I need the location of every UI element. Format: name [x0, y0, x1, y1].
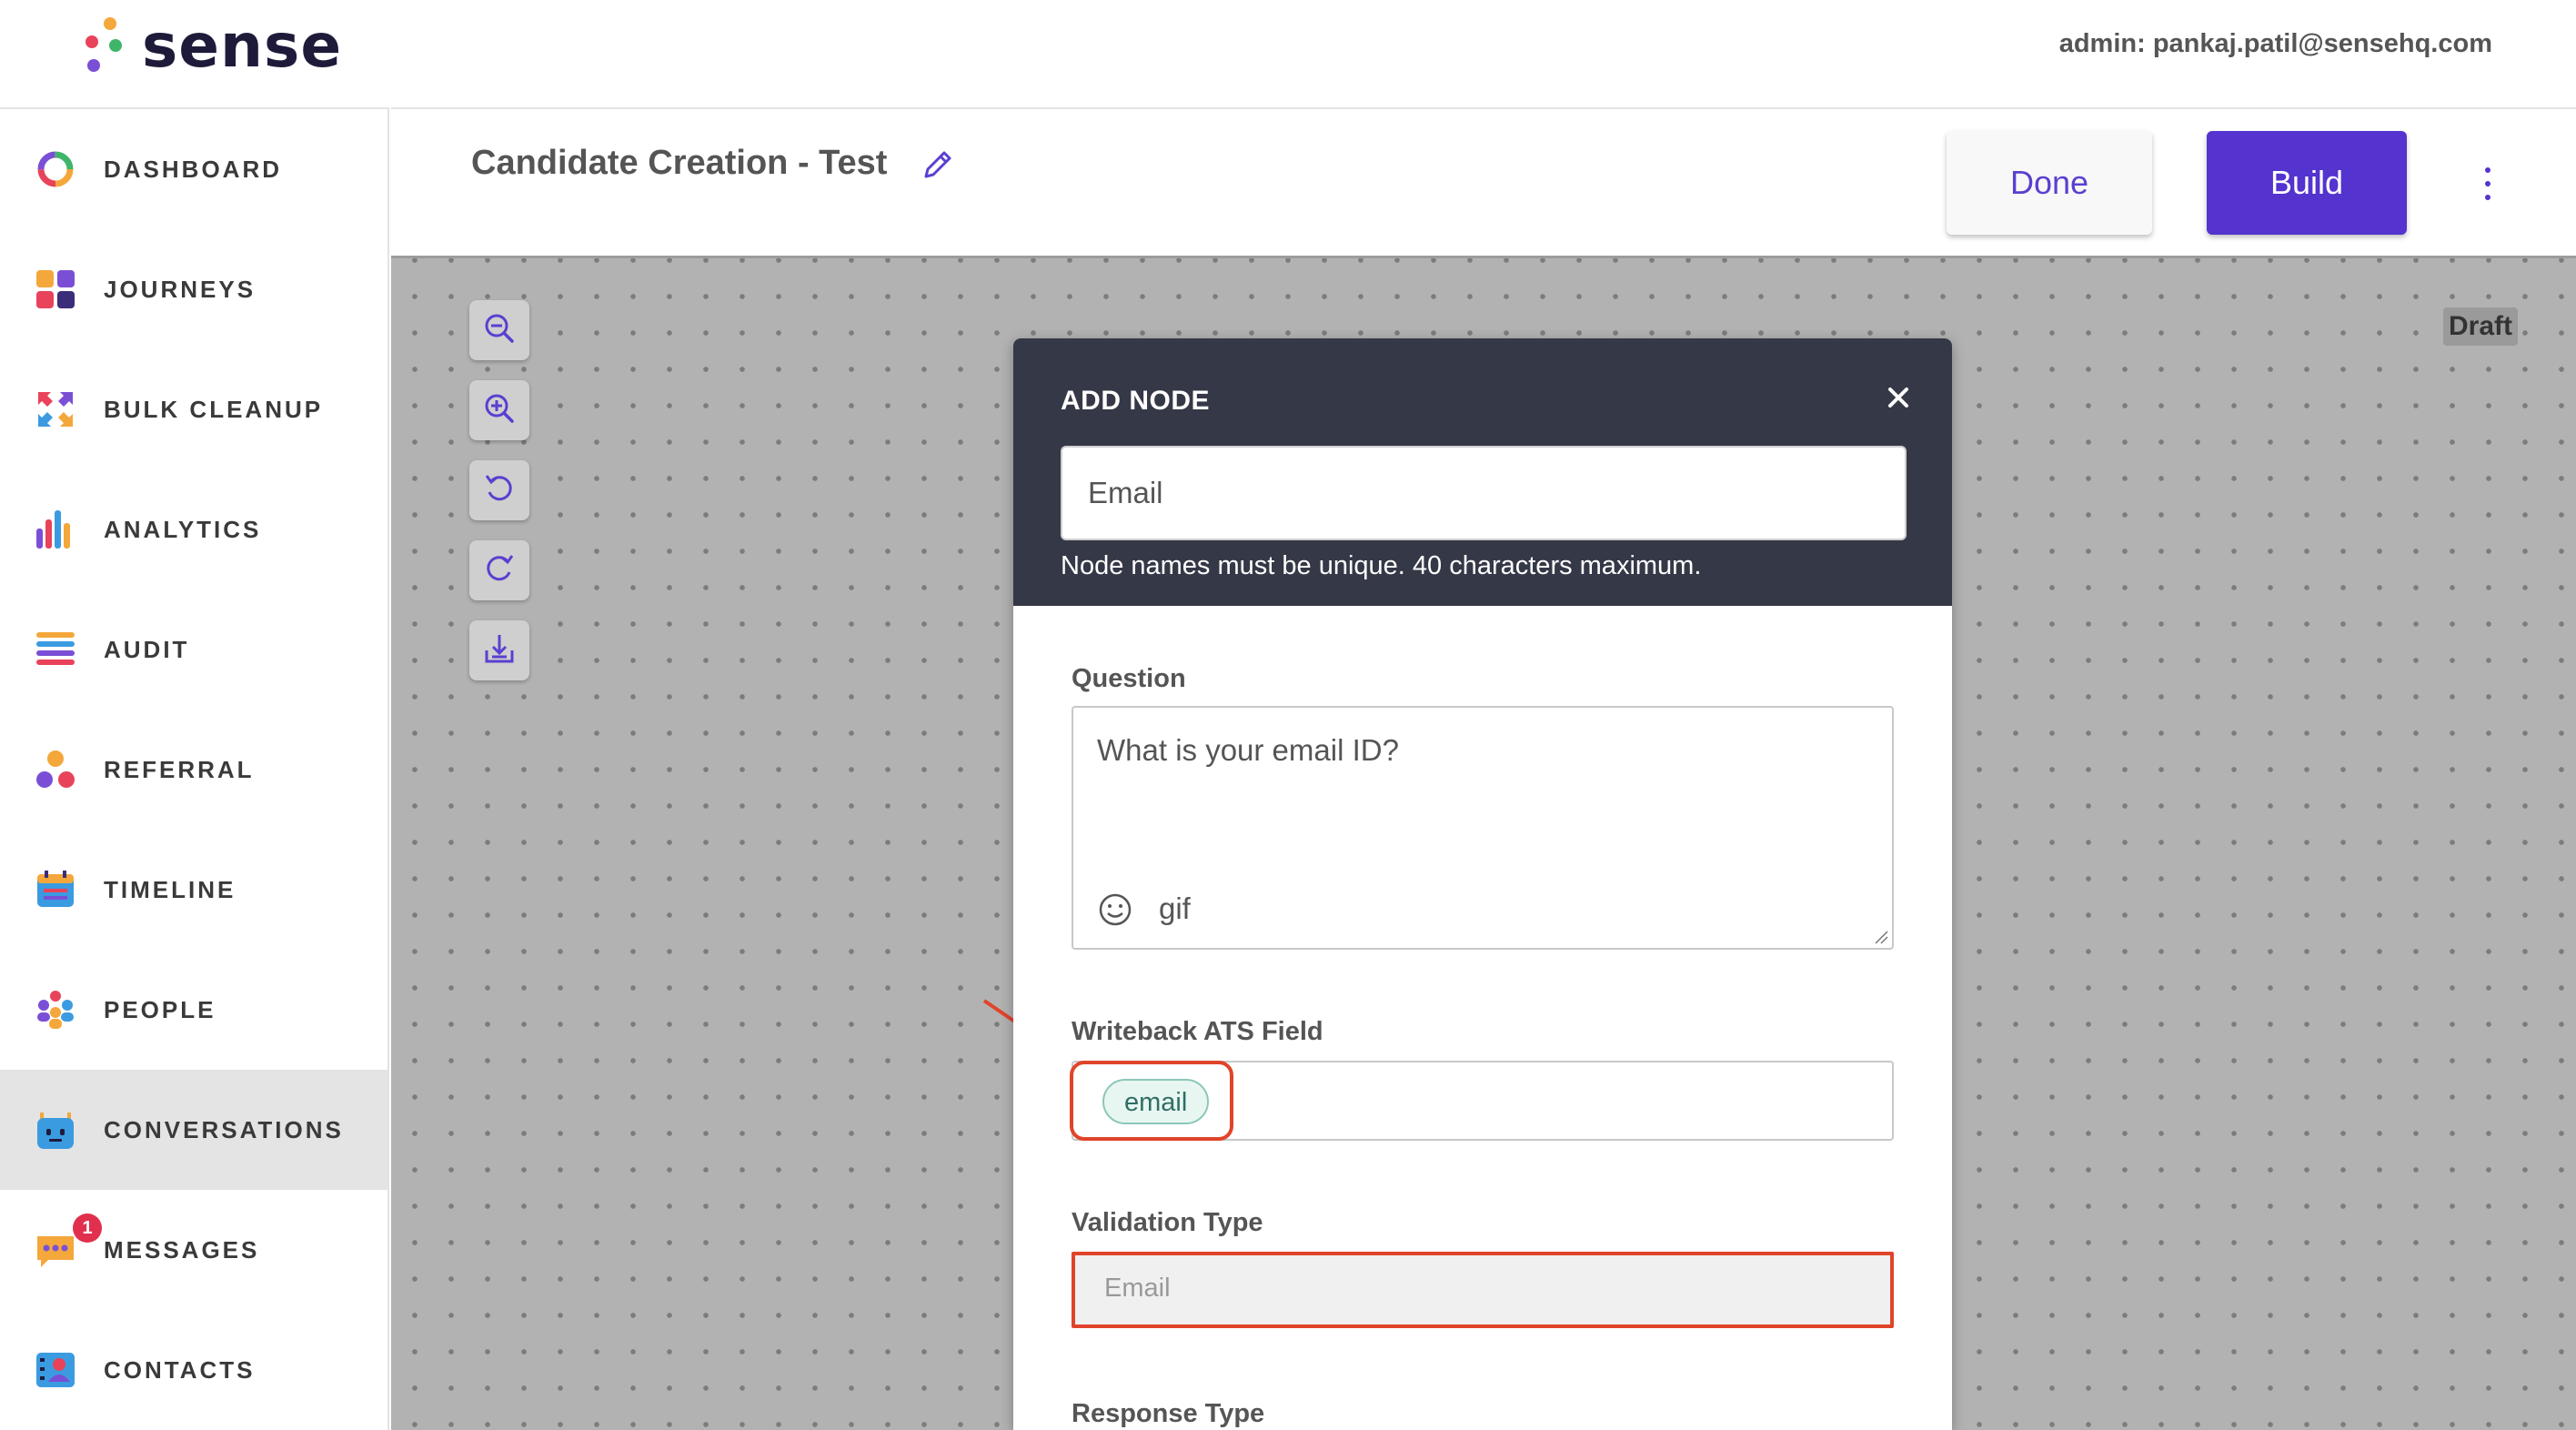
- logo-dots-icon: [82, 14, 126, 79]
- more-options-icon[interactable]: [2474, 166, 2501, 202]
- sidebar-item-label: BULK CLEANUP: [104, 395, 324, 423]
- timeline-calendar-icon: [35, 869, 76, 911]
- messages-chat-icon: [35, 1229, 76, 1271]
- resize-handle-icon[interactable]: [1872, 928, 1888, 944]
- analytics-bars-icon: [35, 509, 76, 550]
- sidebar-item-journeys[interactable]: JOURNEYS: [0, 229, 387, 349]
- ats-field-label: Writeback ATS Field: [1072, 1017, 1323, 1046]
- question-text: What is your email ID?: [1097, 733, 1399, 767]
- validation-type-select[interactable]: Email: [1072, 1252, 1894, 1328]
- close-icon[interactable]: [1883, 382, 1914, 413]
- admin-account[interactable]: admin: pankaj.patil@sensehq.com: [2059, 29, 2492, 59]
- canvas-tools: [469, 300, 529, 700]
- sidebar-item-label: PEOPLE: [104, 995, 216, 1023]
- sidebar-item-label: AUDIT: [104, 635, 190, 663]
- conversations-bot-icon: [35, 1109, 76, 1151]
- zoom-in-button[interactable]: [469, 380, 529, 440]
- annotation-highlight-box: [1070, 1061, 1233, 1141]
- sidebar: DASHBOARD JOURNEYS BULK CLEANUP ANALYTIC…: [0, 107, 389, 1430]
- sidebar-item-label: DASHBOARD: [104, 155, 282, 183]
- build-button[interactable]: Build: [2207, 131, 2407, 235]
- journey-toolbar: Candidate Creation - Test Done Build: [391, 107, 2576, 258]
- response-type-label: Response Type: [1072, 1399, 1265, 1428]
- audit-list-icon: [35, 629, 76, 670]
- pencil-edit-icon[interactable]: [919, 146, 957, 184]
- sidebar-item-bulk-cleanup[interactable]: BULK CLEANUP: [0, 349, 387, 469]
- contacts-card-icon: [35, 1349, 76, 1391]
- referral-dots-icon: [35, 749, 76, 791]
- modal-title: ADD NODE: [1061, 386, 1211, 416]
- question-textarea[interactable]: What is your email ID? gif: [1072, 706, 1894, 950]
- brand-name: sense: [142, 11, 343, 81]
- top-bar: sense admin: pankaj.patil@sensehq.com: [0, 0, 2576, 107]
- sidebar-item-label: REFERRAL: [104, 755, 255, 783]
- sidebar-item-label: ANALYTICS: [104, 515, 262, 543]
- sidebar-item-analytics[interactable]: ANALYTICS: [0, 469, 387, 589]
- sidebar-item-conversations[interactable]: CONVERSATIONS: [0, 1070, 387, 1190]
- page-title: Candidate Creation - Test: [471, 144, 888, 182]
- dashboard-ring-icon: [35, 148, 76, 190]
- sidebar-item-messages[interactable]: 1 MESSAGES: [0, 1190, 387, 1310]
- smiley-emoji-icon[interactable]: [1097, 891, 1133, 928]
- sidebar-item-contacts[interactable]: CONTACTS: [0, 1310, 387, 1430]
- people-group-icon: [35, 989, 76, 1031]
- sidebar-item-timeline[interactable]: TIMELINE: [0, 830, 387, 950]
- question-label: Question: [1072, 664, 1186, 693]
- bulk-cleanup-arrows-icon: [35, 388, 76, 430]
- sidebar-item-dashboard[interactable]: DASHBOARD: [0, 109, 387, 229]
- done-button[interactable]: Done: [1947, 131, 2152, 235]
- zoom-in-icon: [481, 390, 518, 431]
- sense-logo[interactable]: sense: [82, 11, 342, 81]
- undo-icon: [481, 470, 518, 511]
- modal-header: ADD NODE Email Node names must be unique…: [1013, 338, 1952, 606]
- sidebar-item-referral[interactable]: REFERRAL: [0, 710, 387, 830]
- sidebar-item-label: MESSAGES: [104, 1235, 260, 1264]
- sidebar-item-people[interactable]: PEOPLE: [0, 950, 387, 1070]
- sidebar-item-label: TIMELINE: [104, 875, 236, 903]
- messages-unread-badge: 1: [73, 1213, 102, 1243]
- draft-status-badge: Draft: [2443, 307, 2519, 346]
- download-button[interactable]: [469, 620, 529, 680]
- node-name-input[interactable]: Email: [1061, 446, 1907, 540]
- validation-type-label: Validation Type: [1072, 1208, 1263, 1237]
- node-name-hint: Node names must be unique. 40 characters…: [1061, 551, 1702, 580]
- sidebar-item-label: CONTACTS: [104, 1355, 256, 1384]
- add-node-modal: ADD NODE Email Node names must be unique…: [1013, 338, 1952, 1430]
- redo-button[interactable]: [469, 540, 529, 600]
- sidebar-item-label: JOURNEYS: [104, 275, 257, 303]
- sidebar-item-audit[interactable]: AUDIT: [0, 589, 387, 710]
- gif-button[interactable]: gif: [1159, 891, 1191, 926]
- zoom-out-button[interactable]: [469, 300, 529, 360]
- sidebar-item-label: CONVERSATIONS: [104, 1115, 344, 1143]
- download-icon: [481, 630, 518, 671]
- validation-type-value: Email: [1104, 1274, 1171, 1303]
- undo-button[interactable]: [469, 460, 529, 520]
- redo-icon: [481, 550, 518, 591]
- journeys-grid-icon: [35, 268, 76, 310]
- zoom-out-icon: [481, 310, 518, 351]
